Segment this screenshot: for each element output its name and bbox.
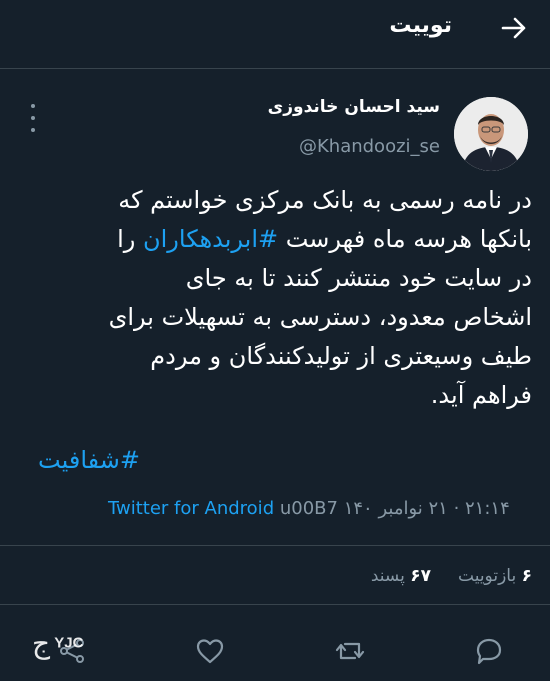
tweet-line: فراهم آید. [430,381,532,409]
tweet-meta: Twitter for Android u00B7 ۲۱:۱۴ · ۲۱ نوا… [108,498,510,519]
watermark-logo: ج YJC [32,628,84,659]
page-title: توییت [389,13,452,38]
retweet-icon[interactable] [333,634,367,668]
tweet-line: در نامه رسمی به بانک مرکزی خواستم که [118,186,532,214]
display-name[interactable]: سید احسان خاندوزی [268,97,440,117]
divider [0,604,550,605]
divider [0,545,550,546]
user-handle[interactable]: @Khandoozi_se [299,136,440,157]
timestamp[interactable]: ۲۱:۱۴ · ۲۱ نوامبر ۱۴۰ [344,498,510,519]
reply-icon[interactable] [472,634,506,668]
like-stat[interactable]: ۶۷ پسند [371,566,431,586]
arrow-right-icon[interactable] [498,12,530,44]
tweet-text-segment: بانکها هرسه ماه فهرست [278,225,532,253]
retweet-stat[interactable]: ۶ بازتوییت [458,566,532,586]
tweet-text-segment: را [117,225,144,253]
header-bar: توییت [0,0,550,69]
tweet-line: اشخاص معدود، دسترسی به تسهیلات برای [108,303,532,331]
avatar[interactable] [454,97,528,171]
more-options-icon[interactable] [28,104,38,148]
tweet-line: بانکها هرسه ماه فهرست #ابربدهکاران را [22,220,532,259]
tweet-line: در سایت خود منتشر کنند تا به جای [185,264,532,292]
like-icon[interactable] [193,634,227,668]
hashtag-link[interactable]: #ابربدهکاران [143,225,278,253]
tweet-stats: ۶ بازتوییت ۶۷ پسند [371,566,532,586]
separator-text: u00B7 [279,498,338,519]
hashtag-link[interactable]: #شفافیت [38,446,140,474]
tweet-text: در نامه رسمی به بانک مرکزی خواستم که بان… [22,181,532,415]
tweet-line: طیف وسیعتری از تولیدکنندگان و مردم [150,342,532,370]
source-link[interactable]: Twitter for Android [108,498,274,519]
